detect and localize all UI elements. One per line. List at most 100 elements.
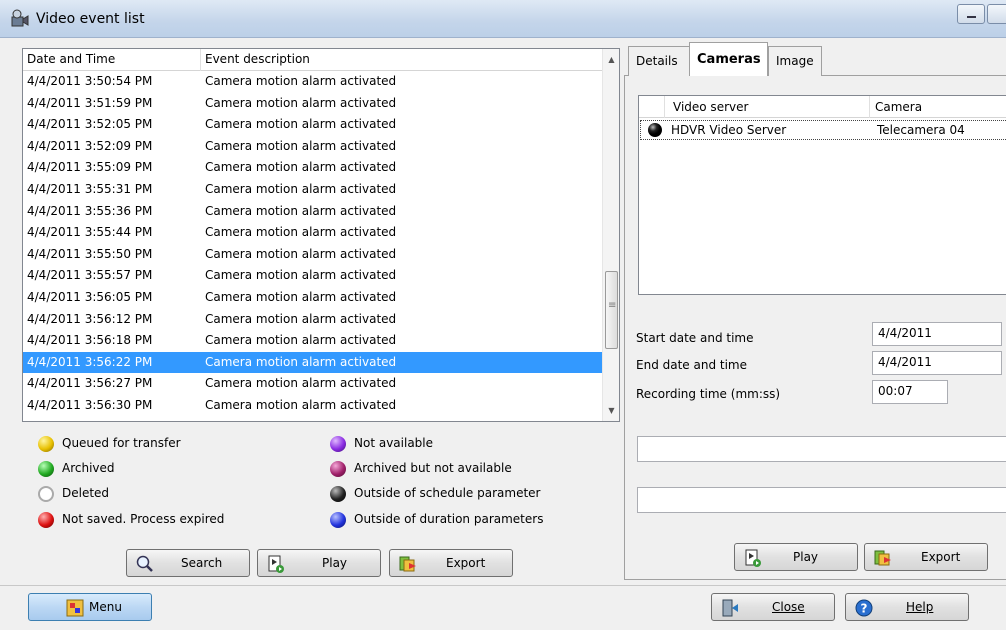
svg-text:?: ? xyxy=(861,602,868,616)
table-row[interactable]: 4/4/2011 3:56:18 PM Camera motion alarm a… xyxy=(23,330,603,352)
table-row[interactable]: 4/4/2011 3:50:54 PM Camera motion alarm a… xyxy=(23,71,603,93)
date-time-cell: 4/4/2011 3:56:27 PM xyxy=(27,376,153,391)
column-header-camera[interactable]: Camera xyxy=(875,100,922,114)
table-row[interactable]: 4/4/2011 3:51:59 PM Camera motion alarm a… xyxy=(23,93,603,115)
table-row[interactable]: 4/4/2011 3:55:57 PM Camera motion alarm a… xyxy=(23,265,603,287)
camera-cell: Telecamera 04 xyxy=(877,123,965,137)
column-header-event-description[interactable]: Event description xyxy=(205,52,310,66)
camera-status-icon xyxy=(648,123,662,137)
table-row[interactable]: 4/4/2011 3:55:36 PM Camera motion alarm a… xyxy=(23,201,603,223)
date-time-cell: 4/4/2011 3:55:31 PM xyxy=(27,181,153,196)
event-description-cell: Camera motion alarm activated xyxy=(205,95,397,110)
event-description-cell: Camera motion alarm activated xyxy=(205,311,397,326)
outside-schedule-status-icon xyxy=(330,486,346,502)
event-description-cell: Camera motion alarm activated xyxy=(205,181,397,196)
maximize-button[interactable] xyxy=(987,4,1006,24)
event-description-cell: Camera motion alarm activated xyxy=(205,289,397,304)
close-button[interactable]: Close xyxy=(711,593,835,621)
scroll-thumb[interactable] xyxy=(605,271,618,349)
start-date-label: Start date and time xyxy=(636,331,754,345)
end-date-label: End date and time xyxy=(636,358,747,372)
end-date-field[interactable]: 4/4/2011 xyxy=(872,351,1002,375)
export-button[interactable]: Export xyxy=(389,549,513,577)
archived-status-icon xyxy=(38,461,54,477)
recording-time-label: Recording time (mm:ss) xyxy=(636,387,781,401)
event-list-header: Date and Time Event description xyxy=(23,49,619,71)
vertical-scrollbar[interactable]: ▲ ▼ xyxy=(602,49,619,421)
tab-details[interactable]: Details xyxy=(628,46,690,76)
export-icon xyxy=(874,550,891,566)
date-time-cell: 4/4/2011 3:52:09 PM xyxy=(27,138,153,153)
archived-not-available-status-icon xyxy=(330,461,346,477)
table-row[interactable]: 4/4/2011 3:55:09 PM Camera motion alarm a… xyxy=(23,157,603,179)
export-recording-button[interactable]: Export xyxy=(864,543,988,571)
date-time-cell: 4/4/2011 3:56:05 PM xyxy=(27,289,153,304)
tab-cameras[interactable]: Cameras xyxy=(689,42,768,76)
event-description-cell: Camera motion alarm activated xyxy=(205,376,397,391)
play-file-icon xyxy=(268,555,284,573)
table-row[interactable]: 4/4/2011 3:56:22 PM Camera motion alarm a… xyxy=(23,351,603,374)
video-server-cell: HDVR Video Server xyxy=(671,123,787,137)
date-time-cell: 4/4/2011 3:56:22 PM xyxy=(27,354,153,369)
table-row[interactable]: 4/4/2011 3:55:31 PM Camera motion alarm a… xyxy=(23,179,603,201)
help-button[interactable]: ? Help xyxy=(845,593,969,621)
table-row[interactable]: 4/4/2011 3:56:12 PM Camera motion alarm a… xyxy=(23,309,603,331)
tab-image[interactable]: Image xyxy=(768,46,822,76)
menu-button[interactable]: Menu xyxy=(28,593,152,621)
not-saved-status-icon xyxy=(38,512,54,528)
event-description-cell: Camera motion alarm activated xyxy=(205,397,397,412)
date-time-cell: 4/4/2011 3:55:44 PM xyxy=(27,225,153,240)
scroll-down-arrow-icon[interactable]: ▼ xyxy=(603,402,619,419)
table-row[interactable]: 4/4/2011 3:52:09 PM Camera motion alarm a… xyxy=(23,136,603,158)
table-row[interactable]: 4/4/2011 3:52:05 PM Camera motion alarm a… xyxy=(23,114,603,136)
table-row[interactable]: HDVR Video Server Telecamera 04 xyxy=(640,120,1006,140)
not-available-status-icon xyxy=(330,436,346,452)
event-description-cell: Camera motion alarm activated xyxy=(205,74,397,88)
date-time-cell: 4/4/2011 3:56:30 PM xyxy=(27,397,153,412)
date-time-cell: 4/4/2011 3:55:09 PM xyxy=(27,160,153,175)
recording-time-field[interactable]: 00:07 xyxy=(872,380,948,404)
outside-duration-status-icon xyxy=(330,512,346,528)
status-field-2 xyxy=(637,487,1006,513)
deleted-status-icon xyxy=(38,486,54,502)
date-time-cell: 4/4/2011 3:52:05 PM xyxy=(27,117,153,132)
event-description-cell: Camera motion alarm activated xyxy=(205,203,397,218)
column-header-video-server[interactable]: Video server xyxy=(673,100,748,114)
window-title: Video event list xyxy=(36,11,145,27)
event-description-cell: Camera motion alarm activated xyxy=(205,268,397,283)
date-time-cell: 4/4/2011 3:55:36 PM xyxy=(27,203,153,218)
date-time-cell: 4/4/2011 3:56:12 PM xyxy=(27,311,153,326)
queued-status-icon xyxy=(38,436,54,452)
menu-icon xyxy=(66,599,84,617)
cameras-table[interactable]: Video server Camera HDVR Video Server Te… xyxy=(638,95,1006,295)
date-time-cell: 4/4/2011 3:50:54 PM xyxy=(27,74,153,88)
event-description-cell: Camera motion alarm activated xyxy=(205,354,397,369)
play-button[interactable]: Play xyxy=(257,549,381,577)
exit-door-icon xyxy=(722,599,738,617)
date-time-cell: 4/4/2011 3:55:50 PM xyxy=(27,246,153,261)
event-description-cell: Camera motion alarm activated xyxy=(205,333,397,348)
date-time-cell: 4/4/2011 3:56:18 PM xyxy=(27,333,153,348)
scroll-up-arrow-icon[interactable]: ▲ xyxy=(603,51,619,68)
play-file-icon xyxy=(745,549,761,567)
table-row[interactable]: 4/4/2011 3:56:05 PM Camera motion alarm a… xyxy=(23,287,603,309)
start-date-field[interactable]: 4/4/2011 xyxy=(872,322,1002,346)
title-bar: Video event list xyxy=(0,0,1006,38)
event-description-cell: Camera motion alarm activated xyxy=(205,138,397,153)
help-icon: ? xyxy=(855,599,873,617)
table-row[interactable]: 4/4/2011 3:56:30 PM Camera motion alarm a… xyxy=(23,395,603,417)
status-legend: Queued for transfer Not available Archiv… xyxy=(22,424,620,536)
event-description-cell: Camera motion alarm activated xyxy=(205,225,397,240)
table-row[interactable]: 4/4/2011 3:55:50 PM Camera motion alarm a… xyxy=(23,244,603,266)
minimize-button[interactable] xyxy=(957,4,985,24)
table-row[interactable]: 4/4/2011 3:55:44 PM Camera motion alarm a… xyxy=(23,222,603,244)
event-description-cell: Camera motion alarm activated xyxy=(205,160,397,175)
bottom-divider xyxy=(0,585,1006,586)
search-button[interactable]: Search xyxy=(126,549,250,577)
event-list[interactable]: Date and Time Event description 4/4/2011… xyxy=(22,48,620,422)
table-row[interactable]: 4/4/2011 3:56:27 PM Camera motion alarm a… xyxy=(23,373,603,395)
event-description-cell: Camera motion alarm activated xyxy=(205,117,397,132)
column-header-date-time[interactable]: Date and Time xyxy=(27,52,115,66)
magnifier-icon xyxy=(136,555,153,572)
play-recording-button[interactable]: Play xyxy=(734,543,858,571)
